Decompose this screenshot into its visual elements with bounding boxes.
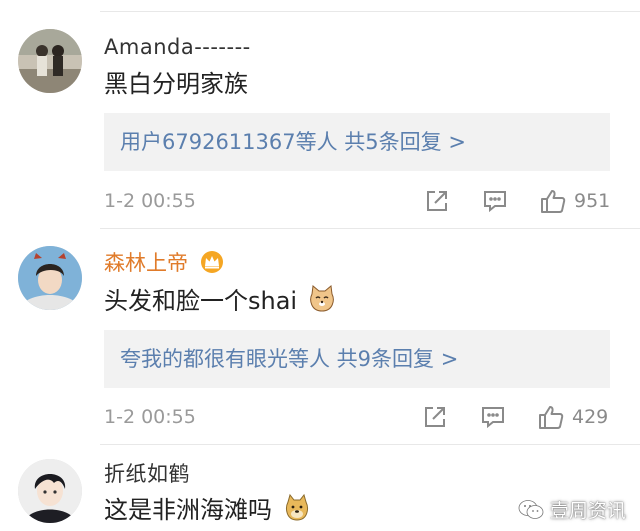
username[interactable]: 森林上帝 (104, 250, 225, 276)
divider (100, 228, 640, 229)
timestamp: 1-2 00:55 (104, 190, 196, 212)
username-text[interactable]: 森林上帝 (104, 251, 188, 275)
comment-text: 头发和脸一个shai (104, 284, 337, 317)
comment-text: 黑白分明家族 (104, 70, 248, 98)
comment-text-body: 头发和脸一个shai (104, 287, 298, 315)
reply-summary-link[interactable]: 夸我的都很有眼光等人 共9条回复 > (120, 345, 458, 373)
reply-summary-box[interactable]: 夸我的都很有眼光等人 共9条回复 > (104, 330, 610, 388)
top-divider (100, 11, 640, 12)
username[interactable]: Amanda------- (104, 34, 251, 60)
avatar[interactable] (18, 246, 82, 310)
like-count: 951 (574, 190, 611, 212)
comment-icon[interactable] (478, 402, 508, 432)
like-icon[interactable] (536, 402, 566, 432)
share-icon[interactable] (420, 402, 450, 432)
wechat-icon (518, 499, 544, 519)
like-icon[interactable] (538, 186, 568, 216)
doge-emoji (282, 493, 312, 523)
reply-summary-box[interactable]: 用户6792611367等人 共5条回复 > (104, 113, 610, 171)
comment-meta: 1-2 00:55 429 (104, 402, 610, 432)
divider (100, 444, 640, 445)
comment-text: 这是非洲海滩吗 (104, 493, 312, 526)
watermark: 壹周资讯 (518, 496, 626, 523)
like-count: 429 (572, 406, 609, 428)
reply-summary-link[interactable]: 用户6792611367等人 共5条回复 > (120, 128, 466, 156)
username[interactable]: 折纸如鹤 (104, 461, 190, 487)
comment-text-body: 这是非洲海滩吗 (104, 496, 272, 524)
crown-icon (199, 250, 225, 274)
timestamp: 1-2 00:55 (104, 406, 196, 428)
watermark-text: 壹周资讯 (549, 500, 626, 522)
avatar[interactable] (18, 459, 82, 523)
comment-icon[interactable] (480, 186, 510, 216)
comment-meta: 1-2 00:55 951 (104, 186, 610, 216)
cat-emoji (307, 284, 337, 314)
share-icon[interactable] (422, 186, 452, 216)
avatar[interactable] (18, 29, 82, 93)
